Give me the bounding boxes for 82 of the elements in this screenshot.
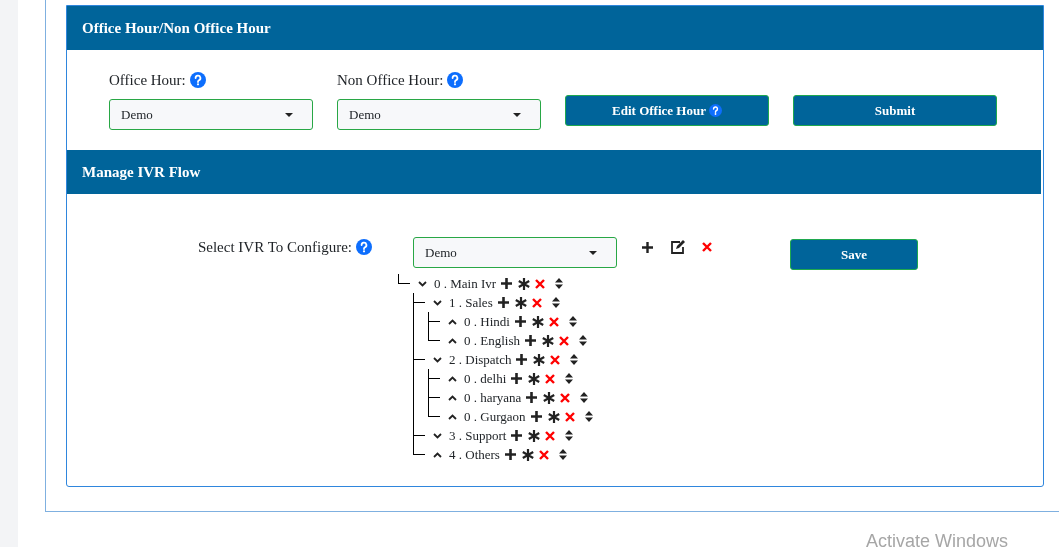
asterisk-icon[interactable] bbox=[546, 409, 561, 424]
add-icon[interactable] bbox=[503, 448, 517, 461]
tree-node-label[interactable]: 2 . Dispatch bbox=[449, 349, 512, 370]
chevron-up-icon[interactable] bbox=[448, 375, 457, 382]
delete-icon[interactable] bbox=[545, 430, 556, 441]
asterisk-icon[interactable] bbox=[530, 314, 545, 329]
help-icon[interactable] bbox=[189, 72, 206, 88]
caret-icon bbox=[285, 112, 293, 117]
caret-icon bbox=[589, 250, 597, 255]
delete-icon[interactable] bbox=[702, 242, 712, 252]
sort-icon[interactable] bbox=[565, 430, 574, 441]
asterisk-icon[interactable] bbox=[532, 352, 547, 367]
help-icon[interactable] bbox=[356, 239, 372, 256]
delete-icon[interactable] bbox=[548, 316, 559, 327]
sort-icon[interactable] bbox=[580, 392, 589, 403]
asterisk-icon[interactable] bbox=[542, 390, 557, 405]
panel-title: Office Hour/Non Office Hour bbox=[82, 18, 271, 38]
add-icon[interactable] bbox=[510, 429, 524, 442]
delete-icon[interactable] bbox=[564, 411, 575, 422]
add-icon[interactable] bbox=[510, 372, 524, 385]
sort-icon[interactable] bbox=[558, 449, 567, 460]
edit-office-hour-button[interactable]: Edit Office Hour bbox=[565, 95, 769, 126]
sort-icon[interactable] bbox=[570, 354, 579, 365]
sort-icon[interactable] bbox=[579, 335, 587, 346]
tree-node-label[interactable]: 0 . Gurgaon bbox=[464, 406, 526, 427]
asterisk-icon[interactable] bbox=[517, 276, 532, 291]
save-button[interactable]: Save bbox=[790, 239, 918, 270]
delete-icon[interactable] bbox=[531, 297, 542, 308]
chevron-down-icon[interactable] bbox=[433, 299, 442, 306]
chevron-up-icon[interactable] bbox=[448, 318, 457, 325]
asterisk-icon[interactable] bbox=[527, 428, 542, 443]
tree-node-label[interactable]: 0 . Main Ivr bbox=[434, 273, 497, 294]
activation-notice: Activate Windows bbox=[866, 530, 1009, 547]
delete-icon[interactable] bbox=[545, 373, 556, 384]
chevron-down-icon[interactable] bbox=[433, 432, 442, 439]
chevron-up-icon[interactable] bbox=[448, 394, 457, 401]
delete-icon[interactable] bbox=[550, 354, 561, 365]
field-label: Office Hour: bbox=[109, 70, 186, 90]
asterisk-icon[interactable] bbox=[527, 371, 542, 386]
dropdown[interactable]: Demo bbox=[337, 99, 541, 130]
tree-node-label[interactable]: 0 . Hindi bbox=[464, 311, 510, 332]
tree-node-label[interactable]: 1 . Sales bbox=[449, 292, 493, 313]
add-icon[interactable] bbox=[515, 353, 529, 366]
add-icon[interactable] bbox=[641, 240, 654, 254]
panel-title: Manage IVR Flow bbox=[82, 162, 201, 182]
asterisk-icon[interactable] bbox=[520, 447, 535, 462]
submit-button[interactable]: Submit bbox=[793, 95, 997, 126]
help-icon[interactable] bbox=[447, 72, 464, 88]
chevron-down-icon[interactable] bbox=[433, 356, 442, 363]
delete-icon[interactable] bbox=[560, 392, 571, 403]
add-icon[interactable] bbox=[500, 277, 514, 290]
field-label: Select IVR To Configure: bbox=[197, 238, 352, 257]
sort-icon[interactable] bbox=[568, 316, 577, 327]
edit-icon[interactable] bbox=[670, 240, 686, 254]
tree-node-label[interactable]: 0 . delhi bbox=[464, 368, 507, 389]
field-label: Non Office Hour: bbox=[337, 70, 444, 90]
asterisk-icon[interactable] bbox=[541, 333, 555, 348]
sort-icon[interactable] bbox=[551, 297, 560, 308]
sort-icon[interactable] bbox=[584, 411, 593, 422]
chevron-up-icon[interactable] bbox=[433, 451, 442, 458]
asterisk-icon[interactable] bbox=[513, 295, 528, 310]
tree-node-label[interactable]: 0 . English bbox=[464, 330, 520, 351]
caret-icon bbox=[513, 112, 521, 117]
help-icon[interactable] bbox=[708, 104, 722, 117]
chevron-up-icon[interactable] bbox=[448, 337, 457, 344]
delete-icon[interactable] bbox=[559, 335, 569, 346]
add-icon[interactable] bbox=[496, 296, 510, 309]
add-icon[interactable] bbox=[525, 391, 539, 404]
chevron-up-icon[interactable] bbox=[448, 413, 457, 420]
chevron-down-icon[interactable] bbox=[418, 280, 427, 287]
delete-icon[interactable] bbox=[535, 278, 546, 289]
add-icon[interactable] bbox=[529, 410, 543, 423]
tree-node-label[interactable]: 3 . Support bbox=[449, 425, 507, 446]
dropdown[interactable]: Demo bbox=[109, 99, 313, 130]
sort-icon[interactable] bbox=[555, 278, 564, 289]
tree-node-label[interactable]: 4 . Others bbox=[449, 444, 500, 465]
tree-node-label[interactable]: 0 . haryana bbox=[464, 387, 522, 408]
ivr-dropdown[interactable]: Demo bbox=[413, 237, 617, 268]
add-icon[interactable] bbox=[524, 334, 537, 347]
sort-icon[interactable] bbox=[565, 373, 574, 384]
delete-icon[interactable] bbox=[538, 449, 549, 460]
add-icon[interactable] bbox=[513, 315, 527, 328]
